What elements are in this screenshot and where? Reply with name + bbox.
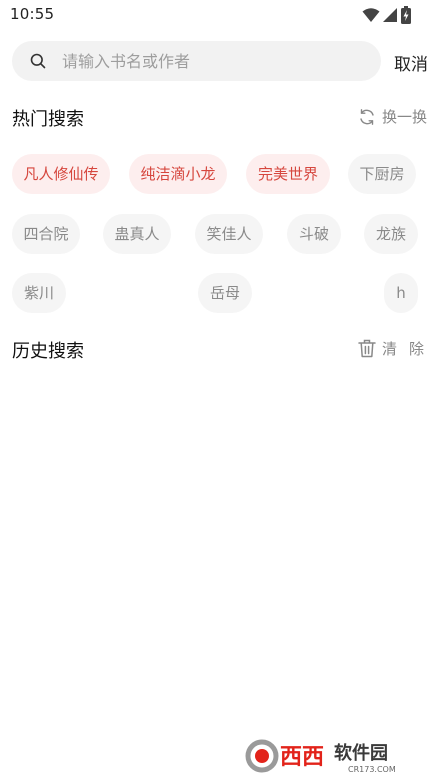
refresh-button[interactable]: 换一换 bbox=[358, 106, 427, 127]
hot-tag[interactable]: 岳母 bbox=[198, 273, 252, 313]
search-icon bbox=[30, 53, 46, 69]
hot-tag[interactable]: 四合院 bbox=[12, 214, 80, 254]
refresh-label: 换一换 bbox=[382, 108, 428, 126]
status-bar: 10:55 bbox=[0, 0, 441, 30]
hot-search-title: 热门搜索 bbox=[12, 109, 84, 130]
clear-label: 清除 bbox=[382, 340, 437, 358]
search-input[interactable] bbox=[62, 41, 362, 81]
hot-tag[interactable]: h bbox=[384, 273, 418, 313]
svg-text:西西: 西西 bbox=[280, 745, 324, 770]
hot-tag[interactable]: 凡人修仙传 bbox=[12, 154, 110, 194]
hot-tag[interactable]: 笑佳人 bbox=[195, 214, 263, 254]
hot-tag[interactable]: 紫川 bbox=[12, 273, 66, 313]
status-time: 10:55 bbox=[10, 5, 55, 23]
refresh-icon bbox=[360, 108, 374, 125]
svg-text:CR173.COM: CR173.COM bbox=[348, 765, 396, 774]
battery-charging-icon bbox=[401, 6, 411, 24]
hot-tag[interactable]: 纯洁滴小龙 bbox=[129, 154, 227, 194]
clear-history-button[interactable]: 清除 bbox=[358, 338, 436, 359]
hot-tag[interactable]: 下厨房 bbox=[348, 154, 416, 194]
cancel-button[interactable]: 取消 bbox=[394, 50, 428, 75]
cell-signal-icon bbox=[383, 8, 397, 22]
watermark-logo: 西西 软件园 CR173.COM bbox=[240, 736, 421, 776]
hot-tag[interactable]: 斗破 bbox=[287, 214, 341, 254]
history-search-title: 历史搜索 bbox=[12, 341, 84, 362]
search-box[interactable] bbox=[12, 41, 381, 81]
hot-tag[interactable]: 蛊真人 bbox=[103, 214, 171, 254]
hot-tag[interactable]: 龙族 bbox=[364, 214, 418, 254]
svg-text:软件园: 软件园 bbox=[334, 742, 388, 764]
hot-tag[interactable]: 完美世界 bbox=[246, 154, 330, 194]
trash-icon bbox=[358, 339, 376, 358]
wifi-icon bbox=[362, 8, 380, 22]
status-icons bbox=[362, 6, 411, 24]
